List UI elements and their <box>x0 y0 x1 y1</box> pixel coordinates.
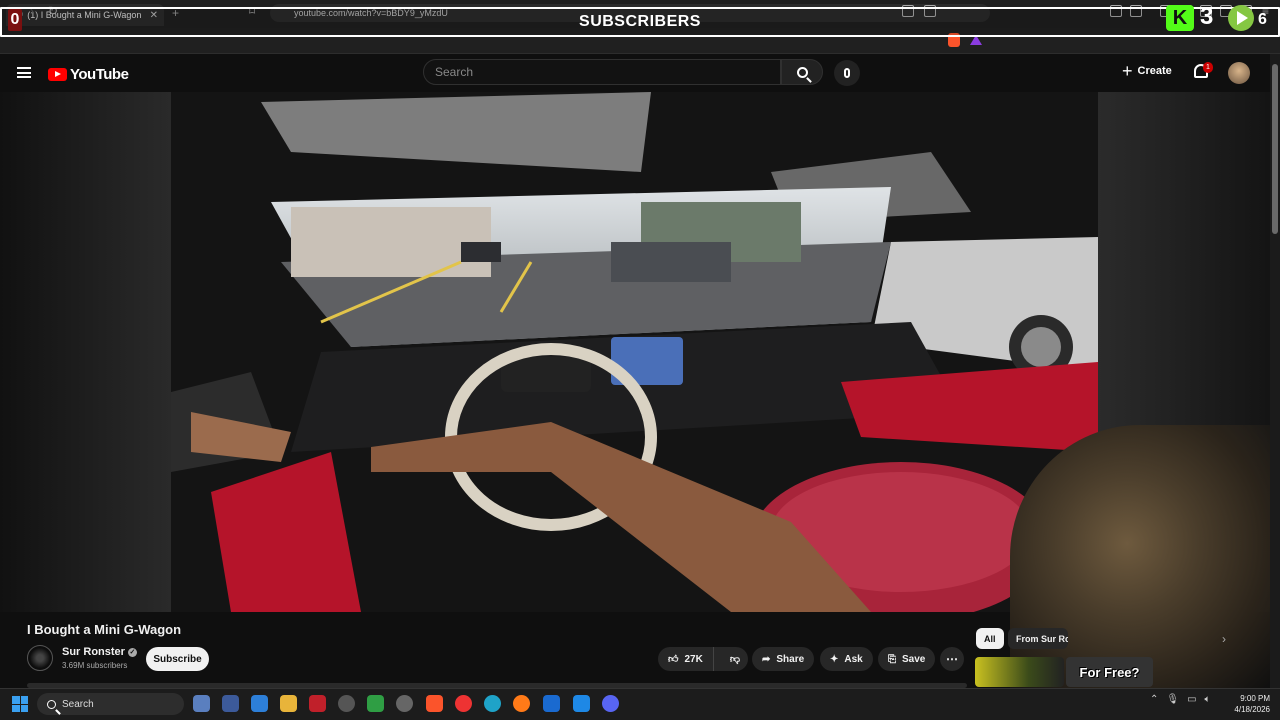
system-tray[interactable]: ⌃ 🎙︎ ▭ 🔈︎ <box>1150 694 1211 705</box>
chip-all[interactable]: All <box>976 628 1004 649</box>
game-app-icon[interactable] <box>543 695 560 712</box>
chrome-icon[interactable] <box>455 695 472 712</box>
save-button[interactable]: ⎘ Save <box>878 647 936 671</box>
scrollbar-thumb[interactable] <box>1272 64 1278 234</box>
share-icon: ➦ <box>762 653 771 665</box>
dislike-icon: 👎︎ <box>729 654 740 665</box>
search-input[interactable]: Search <box>423 59 781 85</box>
subscribe-button[interactable]: Subscribe <box>146 647 209 671</box>
like-dislike-group: 👍︎ 27K 👎︎ <box>658 647 748 671</box>
clock-date: 4/18/2026 <box>1234 705 1270 714</box>
rumble-logo-icon <box>1228 5 1254 31</box>
subscribers-banner: SUBSCRIBERS <box>0 7 1280 37</box>
plus-icon: + <box>1122 61 1133 81</box>
channel-name-text: Sur Ronster <box>62 646 125 658</box>
shield-app-icon[interactable] <box>367 695 384 712</box>
windows-taskbar <box>0 688 1280 720</box>
video-blur-left <box>0 92 171 612</box>
search-icon <box>47 699 56 709</box>
channel-name[interactable]: Sur Ronster ✓ <box>62 646 137 658</box>
taskbar-search[interactable]: Search <box>37 693 184 715</box>
recommendation-thumbnail[interactable] <box>975 657 1064 687</box>
ask-button[interactable]: ✦ Ask <box>820 647 873 671</box>
chevron-right-icon[interactable]: › <box>1222 632 1226 646</box>
edge-icon[interactable] <box>484 695 501 712</box>
kick-count: 3 <box>1200 3 1214 30</box>
discord-icon[interactable] <box>602 695 619 712</box>
subscriber-count: 3.69M subscribers <box>62 661 128 670</box>
search-button[interactable] <box>781 59 823 85</box>
like-button[interactable]: 👍︎ 27K <box>658 647 714 671</box>
rumble-count: 6 <box>1258 11 1267 28</box>
voice-search-button[interactable] <box>834 60 860 86</box>
kick-logo-icon: K <box>1166 5 1194 31</box>
create-label: Create <box>1137 65 1172 77</box>
video-frame[interactable] <box>171 92 1098 612</box>
vscode-icon[interactable] <box>573 695 590 712</box>
banner-text: SUBSCRIBERS <box>579 13 701 30</box>
notification-badge: 1 <box>1203 62 1213 73</box>
taskbar-search-label: Search <box>62 698 94 710</box>
app-icon[interactable] <box>396 695 413 712</box>
network-app-icon[interactable] <box>193 695 210 712</box>
user-avatar[interactable] <box>1228 62 1250 84</box>
dislike-button[interactable]: 👎︎ <box>720 653 750 665</box>
save-label: Save <box>902 653 926 665</box>
verified-badge-icon: ✓ <box>127 647 137 657</box>
file-explorer-icon[interactable] <box>280 695 297 712</box>
youtube-wordmark: YouTube <box>70 66 129 83</box>
like-icon: 👍︎ <box>668 654 679 665</box>
like-count: 27K <box>684 653 703 665</box>
display-icon[interactable]: ▭ <box>1187 694 1196 705</box>
car-interior-scene <box>171 92 1098 612</box>
save-icon: ⎘ <box>888 653 896 665</box>
channel-avatar[interactable] <box>27 645 53 671</box>
windows-start-icon[interactable] <box>12 696 28 712</box>
youtube-play-icon <box>48 68 67 81</box>
mic-tray-icon[interactable]: 🎙︎ <box>1166 694 1179 705</box>
hamburger-icon[interactable] <box>17 67 31 78</box>
create-button[interactable]: + Create <box>1122 62 1172 80</box>
video-title: I Bought a Mini G-Wagon <box>27 622 182 637</box>
search-placeholder: Search <box>435 65 474 79</box>
youtube-logo[interactable]: YouTube <box>48 66 129 83</box>
firefox-icon[interactable] <box>513 695 530 712</box>
task-view-icon[interactable] <box>222 695 239 712</box>
taskbar-clock[interactable]: 9:00 PM 4/18/2026 <box>1224 693 1270 715</box>
brave-browser-icon[interactable] <box>426 695 443 712</box>
chevron-up-icon[interactable]: ⌃ <box>1150 694 1158 705</box>
ask-label: Ask <box>844 653 863 665</box>
share-label: Share <box>776 653 805 665</box>
remote-desktop-icon[interactable] <box>251 695 268 712</box>
chip-from-channel[interactable]: From Sur Ronster <box>1008 628 1068 649</box>
netflix-icon[interactable] <box>309 695 326 712</box>
clock-time: 9:00 PM <box>1240 694 1270 703</box>
recommendation-thumbnail-text[interactable]: For Free? <box>1066 657 1153 687</box>
share-button[interactable]: ➦ Share <box>752 647 815 671</box>
search-icon <box>796 66 808 78</box>
mic-icon <box>844 68 850 78</box>
more-actions-button[interactable]: ⋯ <box>940 647 964 671</box>
volume-icon[interactable]: 🔈︎ <box>1205 694 1211 705</box>
obs-icon[interactable] <box>338 695 355 712</box>
left-counter: 0 <box>8 9 22 31</box>
ask-sparkle-icon: ✦ <box>830 653 839 665</box>
